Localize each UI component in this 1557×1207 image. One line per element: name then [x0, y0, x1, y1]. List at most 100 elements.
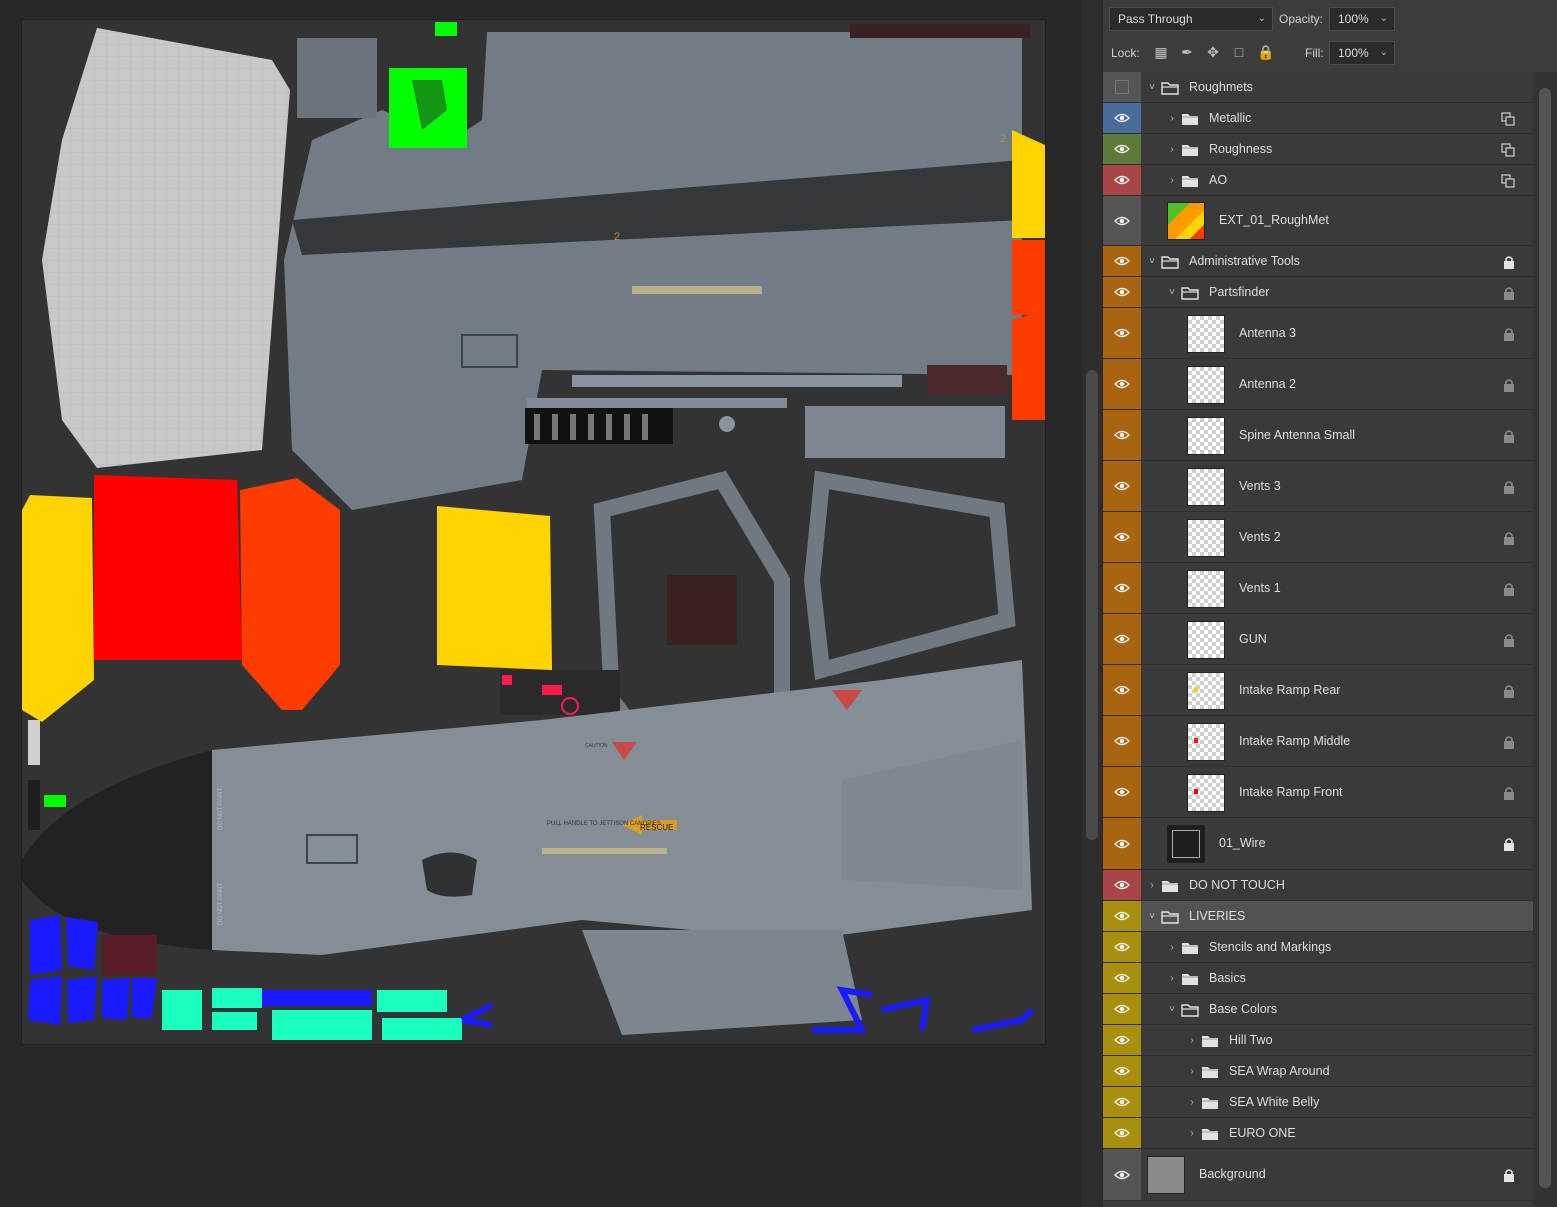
eye-icon[interactable]	[1103, 870, 1141, 900]
layer-row[interactable]: ˅ Administrative Tools	[1103, 246, 1533, 277]
layer-row[interactable]: › AO	[1103, 165, 1533, 196]
eye-icon[interactable]	[1103, 461, 1141, 511]
canvas-area[interactable]: 2 2 RESCUE PULL HANDLE TO JETTISON CANOP…	[0, 0, 1082, 1207]
chevron-down-icon[interactable]: ˅	[1167, 1004, 1177, 1015]
eye-icon[interactable]	[1103, 665, 1141, 715]
layer-row[interactable]: › EURO ONE	[1103, 1118, 1533, 1149]
eye-icon[interactable]	[1103, 994, 1141, 1024]
eye-icon[interactable]	[1103, 563, 1141, 613]
lock-transparent-pixels-icon[interactable]: ▦	[1153, 44, 1169, 60]
canvas-vertical-scrollbar[interactable]	[1082, 0, 1102, 1207]
layer-row[interactable]: Intake Ramp Rear	[1103, 665, 1533, 716]
layer-name: Intake Ramp Front	[1239, 784, 1343, 799]
layer-row[interactable]: › Stencils and Markings	[1103, 932, 1533, 963]
chevron-right-icon[interactable]: ›	[1187, 1035, 1197, 1046]
lock-icon	[1503, 480, 1515, 494]
lock-row: Lock: ▦ ✒ ✥ □ 🔒 Fill: 100% ⌄	[1103, 38, 1557, 72]
layer-thumbnail	[1187, 518, 1225, 557]
chevron-right-icon[interactable]: ›	[1167, 113, 1177, 124]
eye-icon[interactable]	[1103, 1025, 1141, 1055]
chevron-down-icon[interactable]: ˅	[1147, 256, 1157, 267]
folder-icon	[1201, 1034, 1219, 1048]
scrollbar-thumb[interactable]	[1086, 370, 1098, 840]
chevron-right-icon[interactable]: ›	[1187, 1066, 1197, 1077]
eye-icon[interactable]	[1103, 818, 1141, 869]
eye-icon[interactable]	[1103, 246, 1141, 276]
layer-name: GUN	[1239, 631, 1267, 646]
layer-row[interactable]: › Basics	[1103, 963, 1533, 994]
eye-icon[interactable]	[1103, 614, 1141, 664]
chevron-right-icon[interactable]: ›	[1167, 144, 1177, 155]
layer-row[interactable]: GUN	[1103, 614, 1533, 665]
layer-row[interactable]: Vents 3	[1103, 461, 1533, 512]
eye-icon[interactable]	[1103, 1056, 1141, 1086]
layer-name: EXT_01_RoughMet	[1219, 213, 1329, 227]
layer-row[interactable]: › Metallic	[1103, 103, 1533, 134]
chevron-down-icon[interactable]: ˅	[1167, 287, 1177, 298]
layer-row[interactable]: 01_Wire	[1103, 818, 1533, 870]
eye-icon[interactable]	[1103, 716, 1141, 766]
lock-artboard-icon[interactable]: □	[1231, 44, 1247, 60]
eye-icon[interactable]	[1103, 103, 1141, 133]
eye-icon[interactable]	[1103, 512, 1141, 562]
layer-row[interactable]: Background	[1103, 1149, 1533, 1201]
scrollbar-thumb[interactable]	[1539, 88, 1551, 1188]
chevron-right-icon[interactable]: ›	[1167, 175, 1177, 186]
layer-row[interactable]: Antenna 2	[1103, 359, 1533, 410]
layer-row[interactable]: EXT_01_RoughMet	[1103, 196, 1533, 246]
eye-icon[interactable]	[1103, 963, 1141, 993]
chevron-right-icon[interactable]: ›	[1187, 1128, 1197, 1139]
layer-row[interactable]: ˅ Base Colors	[1103, 994, 1533, 1025]
eye-icon[interactable]	[1103, 196, 1141, 245]
eye-icon[interactable]	[1103, 932, 1141, 962]
eye-icon[interactable]	[1103, 277, 1141, 307]
layers-scrollbar[interactable]	[1533, 72, 1557, 1207]
eye-icon[interactable]	[1103, 1118, 1141, 1148]
layer-row[interactable]: › Hill Two	[1103, 1025, 1533, 1056]
layer-row[interactable]: Spine Antenna Small	[1103, 410, 1533, 461]
opacity-field[interactable]: 100% ⌄	[1329, 7, 1395, 31]
eye-icon[interactable]	[1103, 134, 1141, 164]
eye-icon[interactable]	[1103, 767, 1141, 817]
chevron-down-icon[interactable]: ˅	[1147, 911, 1157, 922]
lock-image-pixels-icon[interactable]: ✒	[1179, 44, 1195, 60]
layers-panel: Pass Through ⌄ Opacity: 100% ⌄ Lock: ▦ ✒…	[1102, 0, 1557, 1207]
stencil-do-not-paint-1: DO NOT PAINT	[218, 788, 224, 830]
fill-field[interactable]: 100% ⌄	[1329, 41, 1395, 65]
layer-thumbnail	[1147, 1156, 1185, 1194]
layer-row[interactable]: Antenna 3	[1103, 308, 1533, 359]
document-canvas[interactable]: 2 2 RESCUE PULL HANDLE TO JETTISON CANOP…	[22, 20, 1045, 1044]
layer-name: Base Colors	[1209, 1001, 1278, 1016]
eye-icon[interactable]	[1103, 1149, 1141, 1200]
stencil-do-not-paint-2: DO NOT PAINT	[218, 883, 224, 925]
chevron-right-icon[interactable]: ›	[1167, 973, 1177, 984]
clipping-icon	[1501, 173, 1515, 188]
layer-row[interactable]: Intake Ramp Front	[1103, 767, 1533, 818]
chevron-right-icon[interactable]: ›	[1187, 1097, 1197, 1108]
layer-row[interactable]: Intake Ramp Middle	[1103, 716, 1533, 767]
layer-row[interactable]: ˅ Partsfinder	[1103, 277, 1533, 308]
lock-all-icon[interactable]: 🔒	[1257, 44, 1274, 60]
eye-icon[interactable]	[1103, 1087, 1141, 1117]
layer-row[interactable]: › Roughness	[1103, 134, 1533, 165]
eye-icon[interactable]	[1103, 165, 1141, 195]
eye-icon[interactable]	[1103, 308, 1141, 358]
layer-name: Stencils and Markings	[1209, 939, 1332, 954]
chevron-right-icon[interactable]: ›	[1167, 942, 1177, 953]
chevron-right-icon[interactable]: ›	[1147, 880, 1157, 891]
layers-list[interactable]: ˅ Roughmets › Metallic › Roughness › AO EXT_01_R…	[1103, 72, 1533, 1207]
visibility-toggle[interactable]	[1103, 72, 1141, 102]
eye-icon[interactable]	[1103, 359, 1141, 409]
layer-row[interactable]: Vents 1	[1103, 563, 1533, 614]
layer-row[interactable]: › DO NOT TOUCH	[1103, 870, 1533, 901]
layer-row[interactable]: ˅ Roughmets	[1103, 72, 1533, 103]
eye-icon[interactable]	[1103, 410, 1141, 460]
layer-row[interactable]: ˅ LIVERIES	[1103, 901, 1533, 932]
chevron-down-icon[interactable]: ˅	[1147, 82, 1157, 93]
layer-row[interactable]: › SEA White Belly	[1103, 1087, 1533, 1118]
eye-icon[interactable]	[1103, 901, 1141, 931]
lock-position-icon[interactable]: ✥	[1205, 44, 1221, 60]
layer-row[interactable]: Vents 2	[1103, 512, 1533, 563]
layer-row[interactable]: › SEA Wrap Around	[1103, 1056, 1533, 1087]
blend-mode-dropdown[interactable]: Pass Through ⌄	[1109, 7, 1273, 31]
